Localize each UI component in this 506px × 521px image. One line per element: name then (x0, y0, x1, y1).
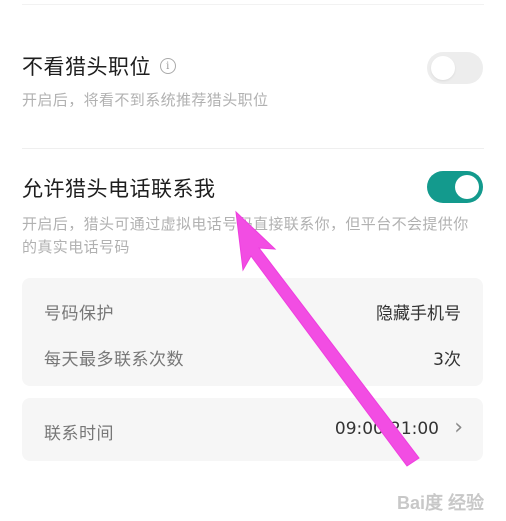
hide-position-label: 不看猎头职位 (22, 55, 151, 79)
chevron-right-icon: › (454, 415, 463, 440)
allow-call-description: 开启后，猎头可通过虚拟电话号码直接联系你，但平台不会提供你的真实电话号码 (22, 215, 469, 256)
hide-position-toggle[interactable] (427, 52, 483, 84)
section-divider (22, 148, 484, 149)
allow-call-toggle[interactable] (427, 171, 483, 203)
hide-position-description: 开启后，将看不到系统推荐猎头职位 (22, 91, 269, 109)
max-contacts-label: 每天最多联系次数 (44, 350, 184, 370)
call-settings-card: 号码保护 隐藏手机号 每天最多联系次数 3次 (22, 278, 483, 386)
contact-time-label: 联系时间 (44, 424, 114, 444)
number-protection-label: 号码保护 (44, 304, 114, 324)
hide-position-title: 不看猎头职位 i (22, 51, 176, 81)
contact-time-value: 09:00-21:00 (334, 419, 439, 439)
allow-call-title: 允许猎头电话联系我 (22, 177, 216, 201)
max-contacts-value[interactable]: 3次 (433, 345, 461, 370)
top-divider (22, 4, 484, 5)
toggle-knob (455, 175, 479, 199)
toggle-knob (431, 56, 455, 80)
watermark: Bai度 经验 (396, 493, 484, 513)
number-protection-value[interactable]: 隐藏手机号 (376, 299, 461, 324)
info-icon[interactable]: i (160, 58, 176, 74)
contact-time-row[interactable]: 联系时间 09:00-21:00 › (22, 398, 483, 461)
